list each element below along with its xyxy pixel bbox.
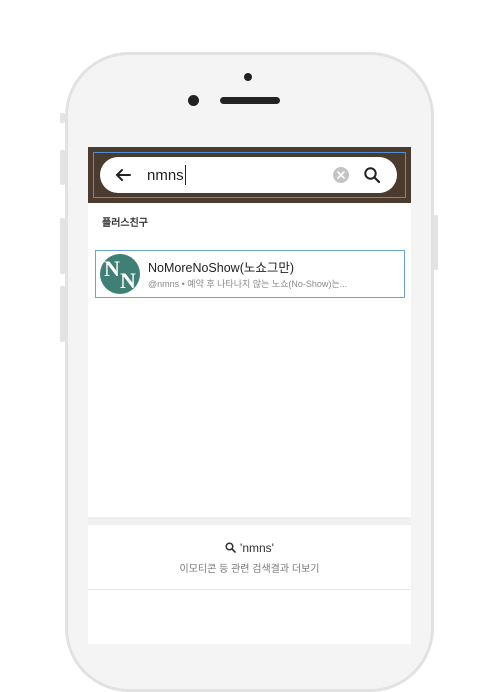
- avatar-letter: N: [104, 256, 120, 281]
- section-divider: [88, 517, 411, 525]
- avatar-letter: N: [120, 268, 136, 293]
- result-title: NoMoreNoShow(노쇼그만): [148, 261, 295, 275]
- search-box[interactable]: [100, 157, 397, 193]
- phone-speaker: [220, 97, 280, 104]
- divider: [88, 589, 411, 590]
- more-results-query: 'nmns': [88, 541, 411, 555]
- section-label-plus-friends: 플러스친구: [102, 218, 148, 229]
- app-screen: 플러스친구 N N NoMoreNoShow(노쇼그만) @nmns • 예약 …: [88, 147, 411, 644]
- magnifier-icon: [225, 542, 236, 553]
- result-subtitle: @nmns • 예약 후 나타나지 않는 노쇼(No-Show)는...: [148, 279, 348, 289]
- text-cursor: [184, 165, 186, 185]
- more-results-query-text: 'nmns': [240, 541, 274, 555]
- search-header: [88, 147, 411, 203]
- avatar: N N: [100, 254, 140, 294]
- back-arrow-icon[interactable]: [114, 166, 132, 184]
- clear-icon[interactable]: [333, 167, 349, 183]
- front-camera: [188, 95, 199, 106]
- phone-sensor: [244, 73, 252, 81]
- search-icon[interactable]: [363, 166, 381, 184]
- more-results-link[interactable]: 'nmns' 이모티콘 등 관련 검색결과 더보기: [88, 525, 411, 589]
- search-input[interactable]: [147, 165, 327, 185]
- result-item[interactable]: N N NoMoreNoShow(노쇼그만) @nmns • 예약 후 나타나지…: [95, 250, 405, 298]
- more-results-description: 이모티콘 등 관련 검색결과 더보기: [179, 564, 320, 575]
